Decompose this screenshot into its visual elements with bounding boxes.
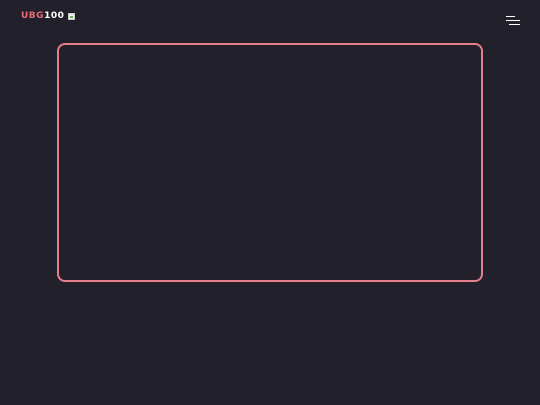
menu-bar-middle (506, 20, 520, 21)
hamburger-menu-button[interactable] (506, 16, 520, 26)
site-logo-text: UBG100 (21, 10, 65, 21)
logo-plain-text: 100 (44, 10, 65, 21)
logo-accent-text: UBG (21, 10, 45, 21)
site-header: UBG100 (0, 0, 540, 34)
broken-image-icon (68, 13, 76, 20)
site-logo-link[interactable]: UBG100 (21, 10, 76, 22)
menu-bar-bottom (509, 24, 520, 25)
game-frame[interactable] (57, 43, 483, 282)
menu-bar-top (506, 16, 515, 17)
